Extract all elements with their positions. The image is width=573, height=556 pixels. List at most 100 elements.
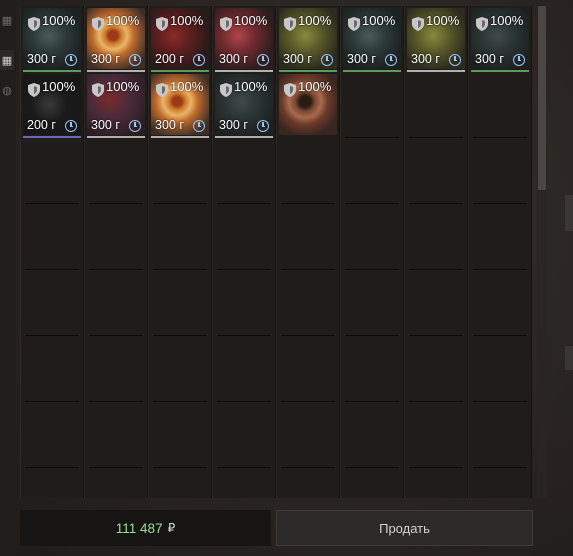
empty-slot[interactable] xyxy=(468,270,532,336)
grid-small-icon[interactable]: ▦ xyxy=(0,10,14,30)
scrollbar-thumb[interactable] xyxy=(538,6,546,190)
empty-slot[interactable] xyxy=(276,204,340,270)
empty-slot[interactable] xyxy=(148,336,212,402)
empty-slot[interactable] xyxy=(468,138,532,204)
empty-slot[interactable] xyxy=(84,138,148,204)
price-label: 300 г xyxy=(91,52,120,66)
empty-slot[interactable] xyxy=(148,138,212,204)
empty-slot[interactable] xyxy=(340,402,404,468)
item-card[interactable]: 100% xyxy=(279,74,337,135)
item-card[interactable]: 100% 300 г xyxy=(279,8,337,69)
empty-slot[interactable] xyxy=(20,336,84,402)
inventory-slot[interactable]: 100% 200 г xyxy=(148,6,212,72)
empty-slot[interactable] xyxy=(468,72,532,138)
empty-slot[interactable] xyxy=(20,402,84,468)
balance-value: 111 487 xyxy=(115,520,163,536)
shield-icon xyxy=(220,17,232,31)
item-card[interactable]: 100% 300 г xyxy=(471,8,529,69)
item-card[interactable]: 100% 300 г xyxy=(87,74,145,135)
inventory-slot[interactable]: 100% 300 г xyxy=(20,6,84,72)
empty-slot[interactable] xyxy=(404,270,468,336)
globe-icon[interactable]: ◍ xyxy=(0,80,14,100)
empty-slot[interactable] xyxy=(340,270,404,336)
empty-slot[interactable] xyxy=(468,204,532,270)
condition-label: 100% xyxy=(170,79,204,94)
inventory-slot[interactable]: 100% 300 г xyxy=(276,6,340,72)
empty-slot[interactable] xyxy=(468,336,532,402)
empty-slot[interactable] xyxy=(148,270,212,336)
empty-slot[interactable] xyxy=(276,138,340,204)
empty-slot[interactable] xyxy=(148,468,212,498)
item-card[interactable]: 100% 200 г xyxy=(151,8,209,69)
empty-slot[interactable] xyxy=(404,72,468,138)
empty-slot[interactable] xyxy=(340,138,404,204)
empty-slot[interactable] xyxy=(84,270,148,336)
empty-slot[interactable] xyxy=(404,138,468,204)
empty-slot[interactable] xyxy=(212,204,276,270)
shield-icon xyxy=(284,83,296,97)
side-tab[interactable] xyxy=(565,195,573,231)
empty-slot[interactable] xyxy=(404,336,468,402)
clock-icon xyxy=(321,54,333,66)
empty-slot[interactable] xyxy=(340,204,404,270)
empty-slot[interactable] xyxy=(20,468,84,498)
grid-large-icon[interactable]: ▦ xyxy=(0,50,14,70)
condition-label: 100% xyxy=(490,13,524,28)
empty-slot[interactable] xyxy=(20,204,84,270)
empty-slot[interactable] xyxy=(340,468,404,498)
clock-icon xyxy=(65,54,77,66)
empty-slot[interactable] xyxy=(84,204,148,270)
price-label: 300 г xyxy=(91,118,120,132)
shield-icon xyxy=(156,17,168,31)
empty-slot[interactable] xyxy=(212,468,276,498)
scrollbar[interactable] xyxy=(537,6,547,498)
inventory-slot[interactable]: 100% 300 г xyxy=(340,6,404,72)
empty-slot[interactable] xyxy=(340,336,404,402)
empty-slot[interactable] xyxy=(212,270,276,336)
empty-slot[interactable] xyxy=(84,468,148,498)
item-card[interactable]: 100% 300 г xyxy=(407,8,465,69)
empty-slot[interactable] xyxy=(212,402,276,468)
empty-slot[interactable] xyxy=(20,270,84,336)
shield-icon xyxy=(348,17,360,31)
inventory-slot[interactable]: 100% 300 г xyxy=(148,72,212,138)
inventory-slot[interactable]: 100% xyxy=(276,72,340,138)
empty-slot[interactable] xyxy=(276,336,340,402)
empty-slot[interactable] xyxy=(20,138,84,204)
empty-slot[interactable] xyxy=(404,204,468,270)
empty-slot[interactable] xyxy=(148,402,212,468)
empty-slot[interactable] xyxy=(404,468,468,498)
item-card[interactable]: 100% 200 г xyxy=(23,74,81,135)
shield-icon xyxy=(92,83,104,97)
inventory-slot[interactable]: 100% 300 г xyxy=(404,6,468,72)
sell-button[interactable]: Продать xyxy=(276,510,533,546)
empty-slot[interactable] xyxy=(84,336,148,402)
empty-slot[interactable] xyxy=(468,468,532,498)
inventory-slot[interactable]: 100% 300 г xyxy=(212,72,276,138)
inventory-slot[interactable]: 100% 200 г xyxy=(20,72,84,138)
item-card[interactable]: 100% 300 г xyxy=(215,74,273,135)
empty-slot[interactable] xyxy=(276,402,340,468)
empty-slot[interactable] xyxy=(212,138,276,204)
item-card[interactable]: 100% 300 г xyxy=(343,8,401,69)
empty-slot[interactable] xyxy=(340,72,404,138)
item-card[interactable]: 100% 300 г xyxy=(151,74,209,135)
inventory-slot[interactable]: 100% 300 г xyxy=(84,6,148,72)
item-card[interactable]: 100% 300 г xyxy=(87,8,145,69)
item-card[interactable]: 100% 300 г xyxy=(23,8,81,69)
empty-slot[interactable] xyxy=(84,402,148,468)
inventory-slot[interactable]: 100% 300 г xyxy=(468,6,532,72)
side-tab[interactable] xyxy=(565,346,573,370)
empty-slot[interactable] xyxy=(468,402,532,468)
empty-slot[interactable] xyxy=(276,468,340,498)
inventory-slot[interactable]: 100% 300 г xyxy=(84,72,148,138)
shield-icon xyxy=(92,17,104,31)
inventory-slot[interactable]: 100% 300 г xyxy=(212,6,276,72)
empty-slot[interactable] xyxy=(148,204,212,270)
empty-slot[interactable] xyxy=(276,270,340,336)
item-card[interactable]: 100% 300 г xyxy=(215,8,273,69)
empty-slot[interactable] xyxy=(212,336,276,402)
price-label: 300 г xyxy=(475,52,504,66)
price-label: 300 г xyxy=(155,118,184,132)
empty-slot[interactable] xyxy=(404,402,468,468)
